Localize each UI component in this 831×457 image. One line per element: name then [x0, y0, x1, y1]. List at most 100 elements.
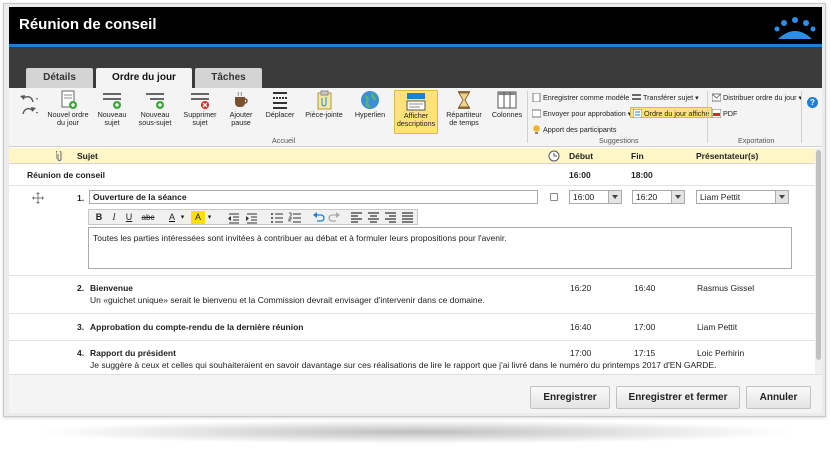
item-start-select[interactable]: 16:00 — [569, 190, 622, 204]
column-presenter[interactable]: Présentateur(s) — [696, 151, 758, 161]
highlight-button[interactable]: A — [191, 211, 205, 224]
item-title-input[interactable]: Ouverture de la séance — [89, 190, 538, 204]
paperclip-icon — [56, 151, 62, 161]
columns-button[interactable]: Colonnes — [489, 90, 525, 119]
transfer-icon — [632, 93, 641, 102]
coffee-cup-icon — [230, 90, 252, 110]
agenda-shown-button[interactable]: Ordre du jour affiché — [630, 107, 713, 119]
show-descriptions-label: Afficher descriptions — [396, 111, 436, 128]
send-approval-button[interactable]: Envoyer pour approbation ▾ — [531, 108, 631, 119]
add-subitem-icon — [144, 90, 166, 110]
add-item-icon — [101, 90, 123, 110]
align-left-icon[interactable] — [350, 211, 363, 224]
item-number: 3. — [77, 322, 85, 332]
distribute-icon — [711, 93, 722, 102]
attachment-button[interactable]: Pièce-jointe — [302, 90, 346, 119]
save-button[interactable]: Enregistrer — [530, 386, 610, 409]
meeting-start: 16:00 — [569, 170, 591, 180]
align-justify-icon[interactable] — [401, 211, 414, 224]
row-divider — [9, 275, 815, 276]
italic-button[interactable]: I — [108, 211, 120, 224]
lightbulb-icon — [532, 125, 541, 134]
numbered-list-icon[interactable] — [288, 211, 302, 224]
distribute-time-button[interactable]: Répartiteur de temps — [443, 90, 485, 127]
delete-item-icon — [189, 90, 211, 110]
tab-strip: Détails Ordre du jour Tâches — [9, 47, 822, 89]
align-right-icon[interactable] — [384, 211, 397, 224]
chevron-down-icon[interactable]: ▾ — [179, 211, 186, 224]
indent-icon[interactable] — [245, 211, 259, 224]
meeting-end: 18:00 — [631, 170, 653, 180]
item-presenter: Rasmus Gissel — [697, 283, 755, 293]
distribute-agenda-button[interactable]: Distribuer ordre du jour ▾ — [711, 92, 802, 103]
add-break-label: Ajouter pause — [229, 110, 253, 127]
item-end-select[interactable]: 16:20 — [632, 190, 685, 204]
outdent-icon[interactable] — [227, 211, 241, 224]
chevron-down-icon[interactable] — [775, 191, 788, 203]
item-end: 16:40 — [634, 283, 656, 293]
font-color-button[interactable]: A — [165, 211, 179, 224]
chevron-down-icon[interactable]: ▾ — [206, 211, 213, 224]
title-bar: Réunion de conseil — [9, 7, 822, 44]
participant-input-button[interactable]: Apport des participants — [532, 124, 617, 135]
new-agenda-button[interactable]: Nouvel ordre du jour — [46, 90, 90, 127]
tab-details[interactable]: Détails — [26, 68, 93, 88]
hourglass-icon — [453, 90, 475, 110]
attachment-icon — [313, 90, 335, 110]
align-center-icon[interactable] — [367, 211, 380, 224]
pdf-export-button[interactable]: PDF — [711, 108, 737, 119]
cancel-button[interactable]: Annuler — [746, 386, 811, 409]
meeting-window: Réunion de conseil Détails Ordre du jour… — [9, 7, 822, 413]
item-title: Approbation du compte-rendu de la derniè… — [90, 322, 304, 332]
show-descriptions-button[interactable]: Afficher descriptions — [394, 90, 438, 134]
column-subject[interactable]: Sujet — [77, 151, 98, 161]
item-description-editor[interactable]: Toutes les parties intéressées sont invi… — [88, 227, 792, 269]
redo-icon[interactable] — [328, 211, 341, 224]
undo-icon[interactable] — [312, 211, 325, 224]
vertical-scrollbar[interactable] — [815, 148, 822, 374]
help-icon[interactable]: ? — [807, 97, 818, 108]
columns-label: Colonnes — [491, 110, 523, 119]
item-number: 4. — [77, 348, 85, 358]
new-document-icon — [57, 90, 79, 110]
tab-agenda[interactable]: Ordre du jour — [96, 68, 192, 89]
column-end[interactable]: Fin — [631, 151, 644, 161]
attachment-label: Pièce-jointe — [305, 110, 343, 119]
group-label-suggestions: Suggestions — [599, 136, 639, 145]
item-description: Je suggère à ceux et celles qui souhaite… — [90, 360, 717, 370]
bold-button[interactable]: B — [93, 211, 105, 224]
move-button[interactable]: Déplacer — [262, 90, 298, 119]
chevron-down-icon[interactable] — [671, 191, 684, 203]
chevron-down-icon[interactable] — [608, 191, 621, 203]
drag-handle-icon[interactable] — [32, 192, 44, 204]
timezone-icon[interactable] — [548, 150, 560, 162]
item-number: 2. — [77, 283, 85, 293]
scrollbar-thumb[interactable] — [816, 150, 821, 360]
new-item-button[interactable]: Nouveau sujet — [94, 90, 130, 127]
item-presenter: Liam Pettit — [697, 322, 738, 332]
strikethrough-button[interactable]: abc — [139, 211, 157, 224]
save-and-close-button[interactable]: Enregistrer et fermer — [616, 386, 740, 409]
ribbon-separator — [527, 91, 528, 143]
new-agenda-label: Nouvel ordre du jour — [47, 110, 89, 127]
add-break-button[interactable]: Ajouter pause — [223, 90, 259, 127]
dialog-footer: Enregistrer Enregistrer et fermer Annule… — [9, 374, 822, 413]
hyperlink-button[interactable]: Hyperlien — [350, 90, 390, 119]
item-checkbox[interactable] — [550, 193, 558, 201]
new-subitem-button[interactable]: Nouveau sous-sujet — [133, 90, 177, 127]
item-title: Bienvenue — [90, 283, 133, 293]
underline-button[interactable]: U — [123, 211, 135, 224]
ribbon-separator — [707, 91, 708, 143]
window-shadow — [30, 420, 800, 444]
save-template-button[interactable]: Enregistrer comme modèle — [532, 92, 629, 103]
tab-tasks[interactable]: Tâches — [195, 68, 262, 88]
new-subitem-label: Nouveau sous-sujet — [138, 110, 172, 127]
move-lines-icon — [269, 90, 291, 110]
delete-item-button[interactable]: Supprimer sujet — [180, 90, 220, 127]
column-start[interactable]: Début — [569, 151, 593, 161]
item-presenter-select[interactable]: Liam Pettit — [696, 190, 789, 204]
approval-icon — [531, 109, 542, 118]
bullet-list-icon[interactable] — [270, 211, 284, 224]
transfer-item-button[interactable]: Transférer sujet ▾ — [632, 92, 699, 103]
distribute-time-label: Répartiteur de temps — [446, 110, 482, 127]
